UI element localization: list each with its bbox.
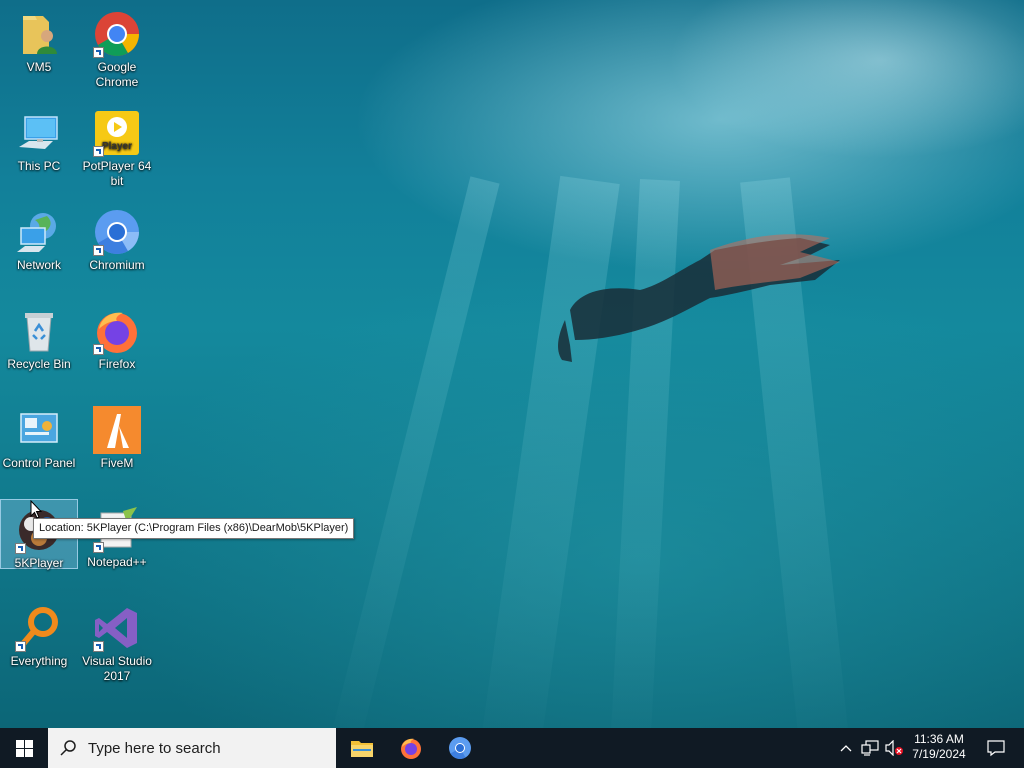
user-folder-icon	[15, 10, 63, 58]
network-status-button[interactable]	[858, 728, 882, 768]
shortcut-arrow-icon	[93, 47, 104, 58]
desktop-icon-label: 5KPlayer	[14, 556, 64, 570]
shortcut-arrow-icon	[93, 542, 104, 553]
computer-icon	[15, 109, 63, 157]
shortcut-arrow-icon	[93, 245, 104, 256]
desktop-icon-google-chrome[interactable]: Google Chrome	[78, 4, 156, 90]
taskbar: Type here to search 11:36 AM 7/19/2024	[0, 728, 1024, 768]
taskbar-firefox-button[interactable]	[387, 728, 435, 768]
desktop-icon-label: Chromium	[89, 258, 145, 272]
clock-time: 11:36 AM	[914, 732, 964, 746]
desktop-icon-label: This PC	[17, 159, 61, 173]
tooltip: Location: 5KPlayer (C:\Program Files (x8…	[33, 518, 355, 539]
desktop-icon-recycle-bin[interactable]: Recycle Bin	[0, 301, 78, 372]
desktop-icon-label: Google Chrome	[95, 60, 139, 89]
desktop-icon-this-pc[interactable]: This PC	[0, 103, 78, 174]
volume-button[interactable]	[882, 728, 906, 768]
desktop-icon-label: Everything	[10, 654, 68, 668]
action-center-button[interactable]	[976, 728, 1016, 768]
firefox-icon	[401, 738, 421, 759]
shortcut-arrow-icon	[15, 641, 26, 652]
desktop-icon-network[interactable]: Network	[0, 202, 78, 273]
desktop-icon-label: Visual Studio 2017	[82, 654, 152, 683]
network-icon	[15, 208, 63, 256]
network-wired-icon	[861, 740, 879, 756]
windows-logo-icon	[15, 739, 33, 757]
folder-icon	[351, 741, 373, 757]
start-button[interactable]	[0, 728, 48, 768]
search-placeholder: Type here to search	[88, 739, 221, 757]
desktop-icon-potplayer[interactable]: Player PotPlayer 64 bit	[78, 103, 156, 189]
chromium-icon	[449, 737, 471, 759]
chevron-up-icon	[840, 745, 852, 752]
desktop-icon-fivem[interactable]: FiveM	[78, 400, 156, 471]
desktop-icon-control-panel[interactable]: Control Panel	[0, 400, 78, 471]
control-panel-icon	[15, 406, 63, 454]
shortcut-arrow-icon	[15, 543, 26, 554]
chromium-icon	[93, 208, 141, 256]
visual-studio-icon	[93, 604, 141, 652]
desktop-icon-vm5[interactable]: VM5	[0, 4, 78, 75]
desktop-icon-label: Notepad++	[87, 555, 147, 569]
notification-icon	[987, 740, 1005, 757]
diver-image	[558, 234, 840, 362]
desktop-icon-label: PotPlayer 64 bit	[82, 159, 152, 188]
potplayer-logo-text: Player	[102, 141, 132, 152]
shortcut-arrow-icon	[93, 146, 104, 157]
desktop-icon-label: FiveM	[100, 456, 134, 470]
recycle-bin-icon	[15, 307, 63, 355]
desktop-icon-chromium[interactable]: Chromium	[78, 202, 156, 273]
desktop[interactable]: VM5 This PC Network Recycle Bin Control …	[0, 0, 1024, 728]
shortcut-arrow-icon	[93, 641, 104, 652]
taskbar-file-explorer-button[interactable]	[338, 728, 386, 768]
desktop-icon-everything[interactable]: Everything	[0, 598, 78, 669]
speaker-muted-icon	[885, 740, 903, 756]
shortcut-arrow-icon	[93, 344, 104, 355]
desktop-icon-label: VM5	[26, 60, 52, 74]
desktop-icon-label: Control Panel	[2, 456, 76, 470]
light-ray	[325, 176, 500, 728]
potplayer-icon: Player	[93, 109, 141, 157]
mouse-cursor-icon	[30, 500, 42, 519]
desktop-icon-label: Firefox	[98, 357, 136, 371]
show-hidden-icons-button[interactable]	[836, 728, 856, 768]
everything-search-icon	[15, 604, 63, 652]
taskbar-chromium-button[interactable]	[436, 728, 484, 768]
fivem-icon	[93, 406, 141, 454]
desktop-icon-label: Recycle Bin	[7, 357, 71, 371]
taskbar-clock[interactable]: 11:36 AM 7/19/2024	[904, 728, 974, 768]
taskbar-search-box[interactable]: Type here to search	[48, 728, 336, 768]
desktop-icon-visual-studio[interactable]: Visual Studio 2017	[78, 598, 156, 684]
desktop-icon-label: Network	[16, 258, 61, 272]
firefox-icon	[93, 307, 141, 355]
desktop-icon-firefox[interactable]: Firefox	[78, 301, 156, 372]
search-icon	[60, 740, 76, 756]
clock-date: 7/19/2024	[912, 747, 966, 761]
chrome-icon	[93, 10, 141, 58]
